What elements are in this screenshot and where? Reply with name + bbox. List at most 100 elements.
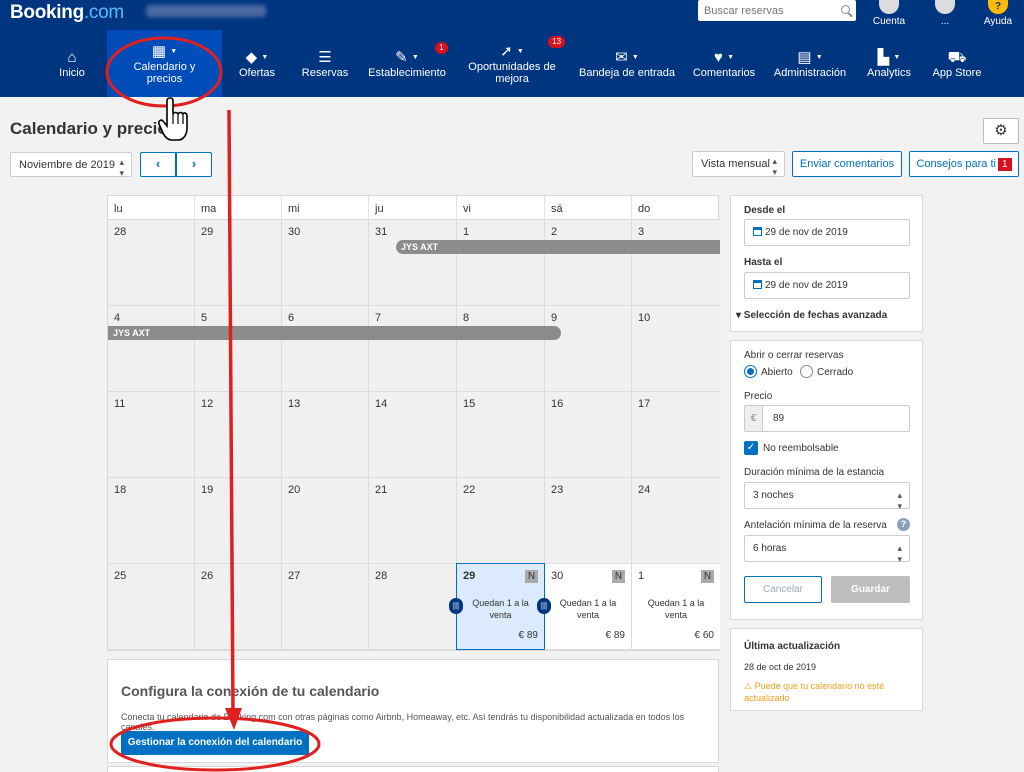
nav-administracion[interactable]: ▤ ▼ Administración xyxy=(770,30,850,97)
nav-analytics[interactable]: ▙ ▼ Analytics xyxy=(862,30,916,97)
price-input[interactable]: € 89 xyxy=(744,405,910,432)
tips-button[interactable]: Consejos para ti 1 xyxy=(909,151,1019,177)
radio-open[interactable]: Abierto xyxy=(744,365,793,378)
last-update-panel: Última actualización 28 de oct de 2019 ⚠… xyxy=(730,628,923,711)
send-feedback-button[interactable]: Enviar comentarios xyxy=(792,151,902,177)
caret-down-icon: ▼ xyxy=(815,53,823,61)
nav-establecimiento[interactable]: ✎ 1 ▼ Establecimiento xyxy=(364,30,450,97)
save-button[interactable]: Guardar xyxy=(831,576,910,603)
calendar-day[interactable]: 1 xyxy=(457,220,545,306)
nonrefundable-label: No reembolsable xyxy=(763,443,839,454)
nonrefundable-checkbox[interactable]: ✓ xyxy=(744,441,758,455)
to-date-input[interactable]: 29 de nov de 2019 xyxy=(744,272,910,299)
calendar-day[interactable]: 26 xyxy=(195,564,282,650)
main-navigation: ⌂ Inicio ▦ ▼ Calendario y precios ◆ ▼ Of… xyxy=(0,30,1024,97)
month-select[interactable]: Noviembre de 2019 ▴ ▾ xyxy=(10,152,132,178)
calendar-day[interactable]: 24 xyxy=(632,478,720,564)
nav-comentarios[interactable]: ♥ ▼ Comentarios xyxy=(690,30,758,97)
wrench-icon: ✎ xyxy=(395,48,408,66)
calendar-day[interactable]: 15 xyxy=(457,392,545,478)
booking-logo[interactable]: Booking.com xyxy=(10,2,124,24)
nav-bandeja-entrada[interactable]: ✉ ▼ Bandeja de entrada xyxy=(576,30,678,97)
calendar-day[interactable]: 6 xyxy=(282,306,369,392)
calendar-day[interactable]: 28 xyxy=(108,220,195,306)
help-question-icon[interactable]: ? xyxy=(897,518,910,531)
calendar-day[interactable]: 12 xyxy=(195,392,282,478)
calendar-day[interactable]: 1 N Quedan 1 a la venta € 60 xyxy=(632,564,720,650)
advanced-date-selection-toggle[interactable]: ▾ Selección de fechas avanzada xyxy=(736,310,887,321)
calendar-day[interactable]: 17 xyxy=(632,392,720,478)
help-menu[interactable]: ? Ayuda xyxy=(980,0,1016,27)
calendar-day[interactable]: 30 xyxy=(282,220,369,306)
advance-booking-select[interactable]: 6 horas ▴ ▾ xyxy=(744,535,910,564)
calendar-day[interactable]: 22 xyxy=(457,478,545,564)
nonrefundable-badge: N xyxy=(525,570,538,583)
calendar-day[interactable]: 31 xyxy=(369,220,457,306)
account-menu[interactable]: Cuenta xyxy=(869,0,909,27)
calendar-day[interactable]: 20 xyxy=(282,478,369,564)
calendar-day-selected[interactable]: 29 N ||| Quedan 1 a la venta € 89 xyxy=(449,563,545,650)
view-select[interactable]: Vista mensual ▴ ▾ xyxy=(692,151,785,177)
reservation-bar[interactable]: JYS AXT xyxy=(108,326,561,340)
calendar-day[interactable]: 30 N ||| Quedan 1 a la venta € 89 xyxy=(537,564,632,650)
user-menu[interactable]: ... xyxy=(925,0,965,27)
calendar-day[interactable]: 23 xyxy=(545,478,632,564)
radio-empty-icon xyxy=(800,365,813,378)
caret-down-icon: ▼ xyxy=(631,53,639,61)
search-icon[interactable] xyxy=(841,5,850,14)
min-stay-select[interactable]: 3 noches ▴ ▾ xyxy=(744,482,910,511)
price-value: € 60 xyxy=(694,630,714,641)
day-of-week: ma xyxy=(195,196,282,220)
calendar-day[interactable]: 3 xyxy=(632,220,720,306)
calendar-day[interactable]: 25 xyxy=(108,564,195,650)
open-close-label: Abrir o cerrar reservas xyxy=(744,350,844,361)
calendar-day[interactable]: 18 xyxy=(108,478,195,564)
calendar-day[interactable]: 4 xyxy=(108,306,195,392)
search-input[interactable] xyxy=(698,0,828,21)
calendar-day[interactable]: 7 xyxy=(369,306,457,392)
calendar-day[interactable]: 11 xyxy=(108,392,195,478)
nav-ofertas[interactable]: ◆ ▼ Ofertas xyxy=(232,30,282,97)
calendar-day[interactable]: 9 xyxy=(545,306,632,392)
caret-down-icon: ▼ xyxy=(893,53,901,61)
nav-calendario-precios[interactable]: ▦ ▼ Calendario y precios xyxy=(107,30,222,97)
calendar-day[interactable]: 16 xyxy=(545,392,632,478)
price-value: € 89 xyxy=(605,630,625,641)
calendar-day[interactable]: 29 xyxy=(195,220,282,306)
last-update-label: Última actualización xyxy=(744,641,841,652)
calendar-day[interactable]: 28 xyxy=(369,564,457,650)
calendar-grid: lu ma mi ju vi sá do 28 29 30 31 1 2 3 J… xyxy=(107,195,720,651)
reservation-bar[interactable]: JYS AXT xyxy=(396,240,720,254)
nav-app-store[interactable]: ⛟ App Store xyxy=(928,30,986,97)
next-month-button[interactable]: › xyxy=(176,152,212,177)
calendar-day[interactable]: 10 xyxy=(632,306,720,392)
nonrefundable-badge: N xyxy=(701,570,714,583)
availability-text: Quedan 1 a la venta xyxy=(472,598,529,620)
calendar-day[interactable]: 27 xyxy=(282,564,369,650)
day-of-week: vi xyxy=(457,196,545,220)
top-bar: Booking.com Cuenta ... ? Ayuda xyxy=(0,0,1024,30)
calendar-day[interactable]: 14 xyxy=(369,392,457,478)
currency-addon: € xyxy=(745,406,763,431)
nav-inicio[interactable]: ⌂ Inicio xyxy=(46,30,98,97)
calendar-day[interactable]: 13 xyxy=(282,392,369,478)
previous-month-button[interactable]: ‹ xyxy=(140,152,176,177)
last-update-value: 28 de oct de 2019 xyxy=(744,662,817,672)
calendar-day[interactable]: 2 xyxy=(545,220,632,306)
calendar-day[interactable]: 21 xyxy=(369,478,457,564)
calendar-day[interactable]: 19 xyxy=(195,478,282,564)
radio-closed[interactable]: Cerrado xyxy=(800,365,853,378)
calendar-header: lu ma mi ju vi sá do xyxy=(108,196,720,220)
nav-oportunidades[interactable]: ➚ 13 ▼ Oportunidades de mejora xyxy=(464,30,566,97)
from-date-input[interactable]: 29 de nov de 2019 xyxy=(744,219,910,246)
day-of-week: sá xyxy=(545,196,632,220)
calendar-day[interactable]: 8 xyxy=(457,306,545,392)
nav-reservas[interactable]: ☰ Reservas xyxy=(296,30,354,97)
select-arrows-icon: ▴ ▾ xyxy=(119,157,124,178)
cancel-button[interactable]: Cancelar xyxy=(744,576,822,603)
search-reservations[interactable] xyxy=(698,0,856,21)
manage-calendar-connection-button[interactable]: Gestionar la conexión del calendario xyxy=(121,731,309,755)
calendar-day[interactable]: 5 xyxy=(195,306,282,392)
settings-gear-icon[interactable]: ⚙ xyxy=(983,118,1019,144)
next-panel-edge xyxy=(107,766,719,772)
